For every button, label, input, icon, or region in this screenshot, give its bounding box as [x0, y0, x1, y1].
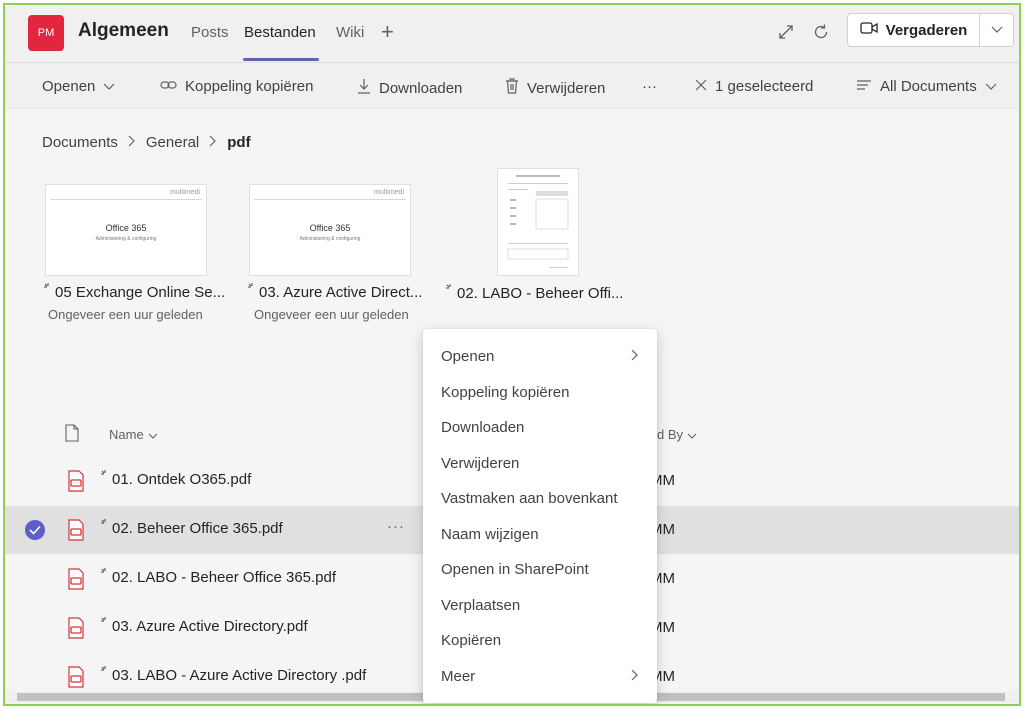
file-tile[interactable]: 02. LABO - Beheer Offi...	[445, 168, 625, 302]
close-icon	[695, 78, 707, 95]
chevron-right-icon	[128, 134, 136, 151]
breadcrumb: Documents General pdf	[42, 134, 251, 151]
more-commands-button[interactable]: ···	[642, 78, 657, 95]
new-file-icon	[445, 281, 455, 291]
channel-title: Algemeen	[78, 20, 169, 41]
view-label: All Documents	[880, 78, 977, 95]
breadcrumb-current: pdf	[227, 134, 251, 151]
view-selector[interactable]: All Documents	[856, 78, 997, 95]
thumbnail-brand: multimedi	[374, 189, 404, 196]
menu-item-move[interactable]: Verplaatsen	[423, 588, 657, 624]
download-label: Downloaden	[379, 79, 463, 97]
channel-header: PM Algemeen Posts Bestanden Wiki + Verga…	[5, 5, 1019, 63]
new-file-icon	[100, 614, 110, 624]
new-file-icon	[247, 280, 257, 290]
clear-selection[interactable]: 1 geselecteerd	[695, 78, 813, 95]
chevron-right-icon	[631, 668, 639, 685]
file-thumbnail: multimedi Office 365 Administering & con…	[45, 184, 207, 276]
breadcrumb-general[interactable]: General	[146, 134, 199, 151]
new-file-icon	[100, 663, 110, 673]
file-tile[interactable]: multimedi Office 365 Administering & con…	[43, 184, 225, 322]
menu-item-open[interactable]: Openen	[423, 339, 657, 375]
file-tile-name: 03. Azure Active Direct...	[247, 283, 427, 301]
checkmark-icon[interactable]	[25, 520, 45, 540]
file-name[interactable]: 02. Beheer Office 365.pdf	[100, 519, 283, 537]
expand-icon[interactable]	[775, 21, 797, 43]
team-avatar[interactable]: PM	[28, 15, 64, 51]
pdf-file-icon	[67, 470, 85, 497]
meet-options-button[interactable]	[980, 13, 1014, 47]
name-column-header[interactable]: Name	[109, 427, 158, 442]
refresh-icon[interactable]	[810, 21, 832, 43]
new-file-icon	[100, 565, 110, 575]
meet-button[interactable]: Vergaderen	[847, 13, 980, 47]
tab-wiki[interactable]: Wiki	[336, 24, 364, 41]
meet-button-label: Vergaderen	[885, 21, 968, 39]
file-thumbnail: multimedi Office 365 Administering & con…	[249, 184, 411, 276]
add-tab-button[interactable]: +	[381, 19, 394, 45]
menu-item-copy-link[interactable]: Koppeling kopiëren	[423, 375, 657, 411]
trash-icon	[505, 78, 519, 98]
selected-count: 1 geselecteerd	[715, 78, 814, 95]
thumbnail-title: Office 365	[309, 223, 351, 233]
file-name[interactable]: 01. Ontdek O365.pdf	[100, 470, 251, 488]
active-tab-indicator	[243, 58, 319, 61]
row-more-button[interactable]: ···	[387, 518, 405, 535]
open-command[interactable]: Openen	[42, 78, 115, 95]
thumbnail-subtitle: Administering & configuring	[299, 236, 361, 242]
pdf-file-icon	[67, 519, 85, 546]
file-tile[interactable]: multimedi Office 365 Administering & con…	[247, 184, 427, 322]
breadcrumb-documents[interactable]: Documents	[42, 134, 118, 151]
file-name[interactable]: 03. LABO - Azure Active Directory .pdf	[100, 666, 366, 684]
chevron-down-icon	[985, 78, 997, 95]
thumbnail-subtitle: Administering & configuring	[95, 236, 157, 242]
menu-item-delete[interactable]: Verwijderen	[423, 446, 657, 482]
tab-files[interactable]: Bestanden	[244, 24, 316, 41]
menu-item-rename[interactable]: Naam wijzigen	[423, 517, 657, 553]
menu-item-copy[interactable]: Kopiëren	[423, 623, 657, 659]
download-icon	[357, 78, 371, 98]
link-icon	[160, 78, 177, 95]
chevron-down-icon	[103, 78, 115, 95]
thumbnail-title: Office 365	[105, 223, 147, 233]
menu-item-pin-to-top[interactable]: Vastmaken aan bovenkant	[423, 481, 657, 517]
menu-item-download[interactable]: Downloaden	[423, 410, 657, 446]
app-frame: PM Algemeen Posts Bestanden Wiki + Verga…	[3, 3, 1021, 706]
new-file-icon	[100, 516, 110, 526]
list-view-icon	[856, 78, 872, 95]
command-bar: Openen Koppeling kopiëren Downloaden Ver…	[5, 63, 1019, 109]
new-file-icon	[100, 467, 110, 477]
pdf-file-icon	[67, 666, 85, 693]
thumbnail-brand: multimedi	[170, 189, 200, 196]
chevron-right-icon	[209, 134, 217, 151]
copy-link-label: Koppeling kopiëren	[185, 78, 314, 95]
file-name[interactable]: 03. Azure Active Directory.pdf	[100, 617, 308, 635]
chevron-down-icon	[687, 427, 697, 442]
file-tile-name: 05 Exchange Online Se...	[43, 283, 225, 301]
new-file-icon	[43, 280, 53, 290]
context-menu: Openen Koppeling kopiëren Downloaden Ver…	[423, 329, 657, 703]
open-command-label: Openen	[42, 78, 96, 95]
chevron-right-icon	[631, 348, 639, 365]
file-type-icon[interactable]	[65, 424, 79, 445]
copy-link-command[interactable]: Koppeling kopiëren	[160, 78, 313, 95]
menu-item-more[interactable]: Meer	[423, 659, 657, 695]
pdf-file-icon	[67, 617, 85, 644]
file-tile-name: 02. LABO - Beheer Offi...	[445, 284, 625, 302]
chevron-down-icon	[991, 21, 1003, 39]
download-command[interactable]: Downloaden	[357, 78, 462, 98]
file-tile-time: Ongeveer een uur geleden	[254, 307, 409, 322]
chevron-down-icon	[148, 427, 158, 442]
modified-by-column-header[interactable]: d By	[657, 427, 697, 442]
file-name[interactable]: 02. LABO - Beheer Office 365.pdf	[100, 568, 336, 586]
video-camera-icon	[859, 21, 878, 39]
pdf-file-icon	[67, 568, 85, 595]
delete-command[interactable]: Verwijderen	[505, 78, 605, 98]
tab-posts[interactable]: Posts	[191, 24, 229, 41]
file-tile-time: Ongeveer een uur geleden	[48, 307, 203, 322]
menu-item-open-in-sharepoint[interactable]: Openen in SharePoint	[423, 552, 657, 588]
file-thumbnail	[497, 168, 579, 276]
delete-label: Verwijderen	[527, 79, 606, 97]
